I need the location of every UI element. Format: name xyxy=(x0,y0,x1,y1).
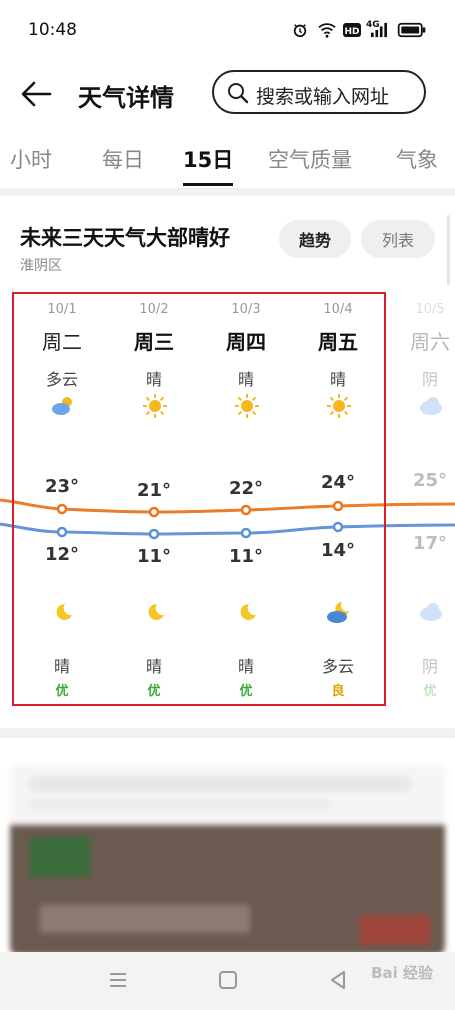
signal-icon xyxy=(371,22,387,38)
wifi-icon xyxy=(318,23,336,38)
divider xyxy=(0,188,455,196)
tab-air-quality[interactable]: 空气质量 xyxy=(268,144,352,174)
alarm-icon xyxy=(293,24,307,38)
forecast-day[interactable]: 10/5 周六 阴 25° 17° 阴 优 xyxy=(384,290,455,710)
watermark: Bai 经验 xyxy=(371,964,433,982)
list-view-button[interactable]: 列表 xyxy=(361,220,435,258)
aqi-label: 优 xyxy=(423,684,437,699)
home-icon[interactable] xyxy=(214,966,242,994)
page-title: 天气详情 xyxy=(78,84,174,112)
night-condition: 阴 xyxy=(421,657,438,676)
cloud-icon xyxy=(420,397,442,415)
search-placeholder: 搜索或输入网址 xyxy=(256,86,390,108)
day-condition: 阴 xyxy=(421,370,438,389)
search-input[interactable]: 搜索或输入网址 xyxy=(212,70,426,114)
low-temp: 17° xyxy=(412,533,448,554)
menu-icon[interactable] xyxy=(104,966,132,994)
trend-view-button[interactable]: 趋势 xyxy=(279,220,351,258)
blurred-content-card[interactable] xyxy=(10,765,445,955)
tab-15day[interactable]: 15日 xyxy=(183,144,233,174)
scrollbar[interactable] xyxy=(447,215,450,285)
status-time: 10:48 xyxy=(28,20,77,40)
highlight-annotation-box xyxy=(12,292,386,706)
tab-meteorology[interactable]: 气象 xyxy=(396,144,438,174)
summary-title: 未来三天天气大部晴好 xyxy=(20,226,230,250)
search-icon xyxy=(228,83,249,104)
divider xyxy=(0,728,455,738)
svg-text:HD: HD xyxy=(344,27,359,37)
back-arrow-icon[interactable] xyxy=(18,76,54,112)
back-icon[interactable] xyxy=(324,966,352,994)
tab-daily[interactable]: 每日 xyxy=(102,144,144,174)
forecast-weekday: 周六 xyxy=(410,330,450,354)
high-temp: 25° xyxy=(412,470,448,491)
cloud-icon xyxy=(420,603,442,621)
tab-hourly[interactable]: 小时 xyxy=(10,144,52,174)
forecast-date: 10/5 xyxy=(415,302,445,317)
hd-icon: HD xyxy=(343,23,361,37)
tab-active-indicator xyxy=(183,183,233,186)
location-label: 淮阴区 xyxy=(20,258,62,274)
battery-icon xyxy=(397,22,426,38)
